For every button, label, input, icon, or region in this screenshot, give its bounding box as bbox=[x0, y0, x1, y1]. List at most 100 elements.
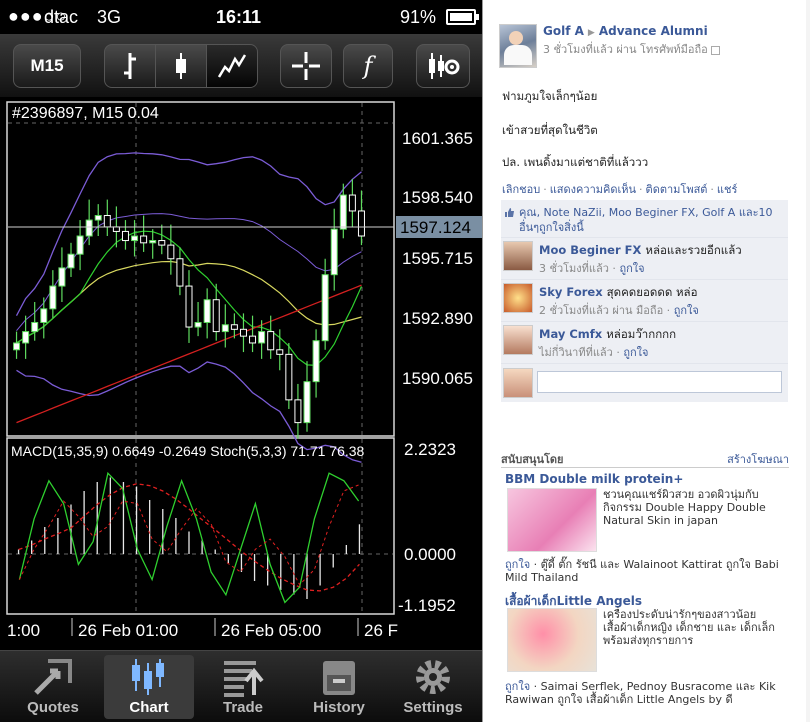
tab-trade[interactable]: Trade bbox=[198, 655, 288, 719]
crosshair-icon bbox=[292, 52, 320, 80]
time-tick: 26 Feb 01:00 bbox=[78, 621, 178, 640]
candle-body bbox=[230, 324, 238, 330]
unlike-link[interactable]: เลิกชอบ bbox=[502, 183, 540, 196]
price-tick: 1590.065 bbox=[402, 369, 473, 388]
commenter-avatar[interactable] bbox=[503, 283, 533, 313]
tab-quotes[interactable]: Quotes bbox=[8, 655, 98, 719]
ad-body: เครื่องประดับน่ารักๆของสาวน้อย เสื้อผ้าเ… bbox=[603, 608, 775, 647]
likes-text[interactable]: อื่นๆถูกใจสิ่งนี้ bbox=[519, 220, 782, 235]
post-actions: เลิกชอบ · แสดงความคิดเห็น · ติดตามโพสต์ · แชร์ bbox=[502, 183, 738, 196]
line-chart-type-button[interactable] bbox=[207, 45, 257, 87]
commenter-name[interactable]: Moo Beginer FX bbox=[539, 243, 641, 257]
ad-title[interactable]: BBM Double milk protein+ bbox=[505, 472, 683, 486]
comment-text: หล่อมว๊ากกกก bbox=[606, 327, 677, 341]
candle-body bbox=[85, 219, 93, 237]
likes-text[interactable]: คุณ, Note NaZii, Moo Beginer FX, Golf A … bbox=[519, 205, 782, 220]
tab-label: Quotes bbox=[27, 699, 79, 716]
tab-bar: Quotes Chart Trade History Settings bbox=[0, 650, 482, 722]
tab-chart[interactable]: Chart bbox=[104, 655, 194, 719]
current-price-label: 1597.124 bbox=[400, 218, 471, 237]
indicator-tick: -1.1952 bbox=[398, 596, 456, 615]
comment: Sky Forex สุดคดยอดดด หล่อ 2 ชั่วโมงที่แล… bbox=[501, 280, 788, 322]
candlestick-chart-icon bbox=[132, 659, 164, 695]
price-chart[interactable]: #2396897, M15 0.04 1597.124 1601.365 159… bbox=[0, 98, 482, 650]
price-tick: 1598.540 bbox=[402, 188, 473, 207]
mobile-icon bbox=[710, 45, 720, 55]
share-link[interactable]: แชร์ bbox=[717, 183, 737, 196]
commenter-avatar[interactable] bbox=[503, 241, 533, 271]
time-tick: 26 Feb 05:00 bbox=[221, 621, 321, 640]
price-tick: 1595.715 bbox=[402, 249, 473, 268]
likes-summary: คุณ, Note NaZii, Moo Beginer FX, Golf A … bbox=[501, 200, 788, 238]
ad-like-link[interactable]: ถูกใจ bbox=[505, 680, 530, 693]
status-bar: ●●●○○ dtac 3G 16:11 91% bbox=[0, 0, 482, 34]
chart-canvas: #2396897, M15 0.04 1597.124 1601.365 159… bbox=[6, 101, 482, 640]
candle-body bbox=[140, 235, 148, 244]
candlestick-icon bbox=[176, 53, 186, 79]
comment-time: 2 ชั่วโมงที่แล้ว ผ่าน มือถือ bbox=[539, 304, 664, 317]
candle-body bbox=[221, 324, 229, 333]
post-text-line: เข้าสวยที่สุดในชีวิต bbox=[502, 123, 598, 137]
candle-body bbox=[167, 244, 175, 260]
group-link[interactable]: Advance Alumni bbox=[599, 24, 708, 38]
indicators-button[interactable]: f bbox=[343, 44, 393, 88]
follow-post-link[interactable]: ติดตามโพสต์ bbox=[646, 183, 708, 196]
candle-body bbox=[40, 308, 48, 323]
create-ad-link[interactable]: สร้างโฆษณา bbox=[727, 450, 789, 468]
facebook-panel: Golf A ▶ Advance Alumni 3 ชั่วโมงที่แล้ว ผ… bbox=[482, 0, 811, 722]
ad-image[interactable] bbox=[507, 488, 597, 552]
comment-like-link[interactable]: ถูกใจ bbox=[674, 304, 699, 317]
mt4-phone-screen: ●●●○○ dtac 3G 16:11 91% M15 f #2396897, … bbox=[0, 0, 482, 722]
chart-settings-icon bbox=[429, 53, 460, 79]
comment-link[interactable]: แสดงความคิดเห็น bbox=[550, 183, 636, 196]
my-avatar bbox=[503, 368, 533, 398]
ad-unit: เสื้อผ้าเด็กLittle Angels เครื่องประดับน… bbox=[505, 592, 789, 712]
comment-input[interactable] bbox=[537, 371, 782, 393]
candle-body bbox=[103, 215, 111, 228]
author-avatar[interactable] bbox=[499, 24, 537, 68]
candle-body bbox=[121, 230, 129, 242]
tab-history[interactable]: History bbox=[294, 655, 384, 719]
candle-body bbox=[258, 331, 266, 344]
comment-like-link[interactable]: ถูกใจ bbox=[619, 262, 644, 275]
candle-body bbox=[303, 381, 311, 424]
network-type: 3G bbox=[97, 7, 122, 27]
gear-icon bbox=[416, 660, 450, 694]
comment-text: สุดคดยอดดด หล่อ bbox=[606, 285, 698, 299]
ad-image[interactable] bbox=[507, 608, 597, 672]
battery-percent: 91% bbox=[400, 7, 437, 27]
ad-like-link[interactable]: ถูกใจ bbox=[505, 558, 530, 571]
chart-settings-button[interactable] bbox=[416, 44, 470, 88]
comment-like-link[interactable]: ถูกใจ bbox=[623, 346, 648, 359]
ad-unit: BBM Double milk protein+ ชวนคุณแชร์ผิวสว… bbox=[505, 472, 789, 590]
candle-chart-type-button[interactable] bbox=[156, 45, 207, 87]
post-meta: 3 ชั่วโมงที่แล้ว ผ่าน โทรศัพท์มือถือ bbox=[543, 40, 720, 58]
chart-type-segment bbox=[104, 44, 258, 88]
candle-body bbox=[94, 215, 102, 221]
post-time[interactable]: 3 ชั่วโมงที่แล้ว ผ่าน โทรศัพท์มือถือ bbox=[543, 43, 708, 56]
time-tick: 1:00 bbox=[7, 621, 40, 640]
triangle-right-icon: ▶ bbox=[587, 28, 595, 38]
candle-body bbox=[22, 331, 30, 344]
candle-body bbox=[339, 194, 347, 230]
candle-body bbox=[312, 340, 320, 383]
commenter-name[interactable]: May Cmfx bbox=[539, 327, 602, 341]
candle-body bbox=[49, 285, 57, 310]
commenter-avatar[interactable] bbox=[503, 325, 533, 355]
crosshair-button[interactable] bbox=[280, 44, 332, 88]
candle-body bbox=[176, 258, 184, 287]
author-link[interactable]: Golf A bbox=[543, 24, 584, 38]
chart-grid bbox=[8, 103, 393, 613]
comment: May Cmfx หล่อมว๊ากกกก ไม่กี่วินาทีที่แล้… bbox=[501, 322, 788, 364]
ad-like-text: · Saimai Serflek, Pednoy Busracome และ K… bbox=[505, 680, 776, 706]
tab-label: Chart bbox=[129, 699, 169, 716]
tab-settings[interactable]: Settings bbox=[388, 655, 478, 719]
ohlc-bar-icon bbox=[124, 53, 136, 79]
commenter-name[interactable]: Sky Forex bbox=[539, 285, 603, 299]
bar-chart-type-button[interactable] bbox=[105, 45, 156, 87]
candle-body bbox=[330, 228, 338, 276]
scrollbar[interactable] bbox=[806, 0, 810, 722]
indicator-tick: 0.0000 bbox=[404, 545, 456, 564]
timeframe-button[interactable]: M15 bbox=[13, 44, 81, 88]
indicator-tick: 2.2323 bbox=[404, 440, 456, 459]
